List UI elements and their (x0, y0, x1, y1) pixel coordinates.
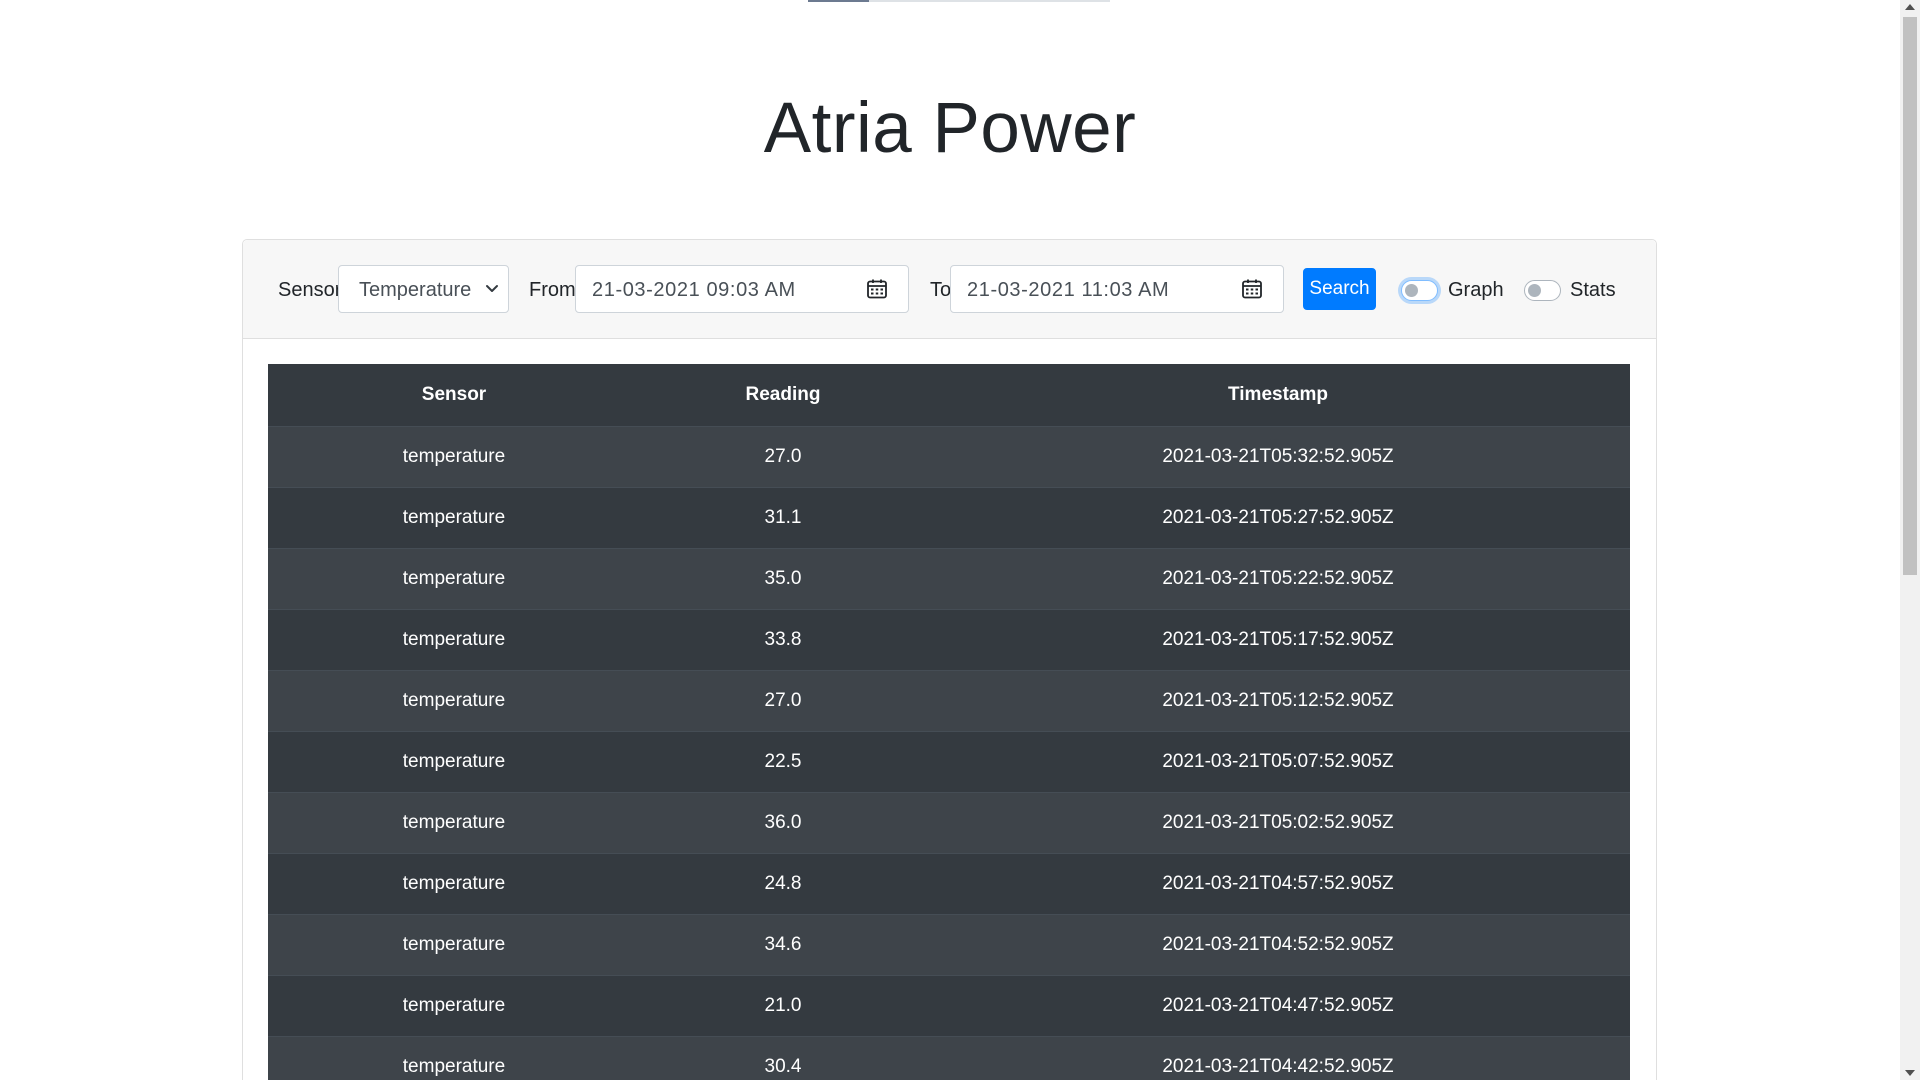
cell-reading: 24.8 (640, 852, 926, 914)
column-header-sensor[interactable]: Sensor (268, 364, 640, 427)
stats-toggle-label[interactable]: Stats (1570, 279, 1616, 302)
table-row: temperature 31.1 2021-03-21T05:27:52.905Z (268, 486, 1630, 548)
sensor-label: Sensor (278, 279, 342, 301)
cell-sensor: temperature (268, 852, 640, 914)
cell-reading: 21.0 (640, 974, 926, 1036)
graph-toggle-label[interactable]: Graph (1448, 279, 1504, 302)
cell-reading: 31.1 (640, 486, 926, 548)
sensor-data-card: Sensor Temperature From 21-03-2021 09:03… (242, 239, 1657, 1080)
stats-toggle-knob (1528, 284, 1541, 297)
from-label: From (529, 279, 576, 301)
cell-reading: 35.0 (640, 547, 926, 609)
cell-timestamp: 2021-03-21T05:02:52.905Z (926, 791, 1630, 853)
cell-sensor: temperature (268, 608, 640, 670)
page-scrollbar[interactable] (1900, 0, 1920, 1080)
cell-reading: 27.0 (640, 669, 926, 731)
sensor-select-value: Temperature (359, 279, 472, 301)
search-button[interactable]: Search (1303, 268, 1376, 310)
page-title: Atria Power (763, 89, 1137, 168)
table-row: temperature 30.4 2021-03-21T04:42:52.905Z (268, 1035, 1630, 1080)
cell-reading: 22.5 (640, 730, 926, 792)
scroll-down-arrow-icon[interactable] (1905, 1070, 1915, 1076)
cell-sensor: temperature (268, 547, 640, 609)
table-header-row: Sensor Reading Timestamp (268, 364, 1630, 427)
from-date-input[interactable]: 21-03-2021 09:03 AM (575, 265, 909, 313)
calendar-icon[interactable] (1241, 278, 1263, 300)
readings-table: Sensor Reading Timestamp temperature 27.0… (268, 364, 1630, 1080)
column-header-reading[interactable]: Reading (640, 364, 926, 427)
scrollbar-thumb[interactable] (1903, 17, 1917, 575)
filter-bar: Sensor Temperature From 21-03-2021 09:03… (243, 240, 1656, 339)
cell-sensor: temperature (268, 1035, 640, 1080)
cell-reading: 30.4 (640, 1035, 926, 1080)
stats-toggle[interactable] (1524, 280, 1561, 301)
table-row: temperature 35.0 2021-03-21T05:22:52.905Z (268, 547, 1630, 609)
scroll-up-arrow-icon[interactable] (1905, 4, 1915, 10)
cell-sensor: temperature (268, 791, 640, 853)
cell-timestamp: 2021-03-21T04:47:52.905Z (926, 974, 1630, 1036)
table-body: temperature 27.0 2021-03-21T05:32:52.905Z t… (268, 425, 1630, 1080)
table-row: temperature 21.0 2021-03-21T04:47:52.905Z (268, 974, 1630, 1036)
sensor-select[interactable]: Temperature (338, 265, 509, 313)
cell-reading: 27.0 (640, 425, 926, 487)
cell-reading: 33.8 (640, 608, 926, 670)
from-date-value: 21-03-2021 09:03 AM (592, 279, 796, 301)
to-date-input[interactable]: 21-03-2021 11:03 AM (950, 265, 1284, 313)
table-row: temperature 33.8 2021-03-21T05:17:52.905Z (268, 608, 1630, 670)
table-row: temperature 27.0 2021-03-21T05:32:52.905Z (268, 425, 1630, 487)
chevron-down-icon (486, 285, 498, 292)
cell-reading: 34.6 (640, 913, 926, 975)
table-row: temperature 27.0 2021-03-21T05:12:52.905Z (268, 669, 1630, 731)
table-row: temperature 24.8 2021-03-21T04:57:52.905Z (268, 852, 1630, 914)
cell-sensor: temperature (268, 913, 640, 975)
graph-toggle[interactable] (1401, 280, 1438, 301)
cell-timestamp: 2021-03-21T04:57:52.905Z (926, 852, 1630, 914)
top-tab-active-indicator (808, 0, 869, 2)
cell-timestamp: 2021-03-21T05:27:52.905Z (926, 486, 1630, 548)
table-row: temperature 36.0 2021-03-21T05:02:52.905Z (268, 791, 1630, 853)
to-date-value: 21-03-2021 11:03 AM (967, 279, 1170, 301)
cell-reading: 36.0 (640, 791, 926, 853)
cell-sensor: temperature (268, 730, 640, 792)
cell-timestamp: 2021-03-21T05:07:52.905Z (926, 730, 1630, 792)
cell-sensor: temperature (268, 425, 640, 487)
to-label: To (930, 279, 952, 301)
cell-timestamp: 2021-03-21T05:22:52.905Z (926, 547, 1630, 609)
column-header-timestamp[interactable]: Timestamp (926, 364, 1630, 427)
cell-timestamp: 2021-03-21T05:32:52.905Z (926, 425, 1630, 487)
top-tab-strip (808, 0, 1110, 2)
cell-timestamp: 2021-03-21T05:12:52.905Z (926, 669, 1630, 731)
cell-sensor: temperature (268, 974, 640, 1036)
cell-sensor: temperature (268, 486, 640, 548)
table-row: temperature 22.5 2021-03-21T05:07:52.905Z (268, 730, 1630, 792)
graph-toggle-knob (1405, 284, 1418, 297)
calendar-icon[interactable] (866, 278, 888, 300)
cell-timestamp: 2021-03-21T04:42:52.905Z (926, 1035, 1630, 1080)
cell-timestamp: 2021-03-21T04:52:52.905Z (926, 913, 1630, 975)
cell-sensor: temperature (268, 669, 640, 731)
table-row: temperature 34.6 2021-03-21T04:52:52.905Z (268, 913, 1630, 975)
cell-timestamp: 2021-03-21T05:17:52.905Z (926, 608, 1630, 670)
